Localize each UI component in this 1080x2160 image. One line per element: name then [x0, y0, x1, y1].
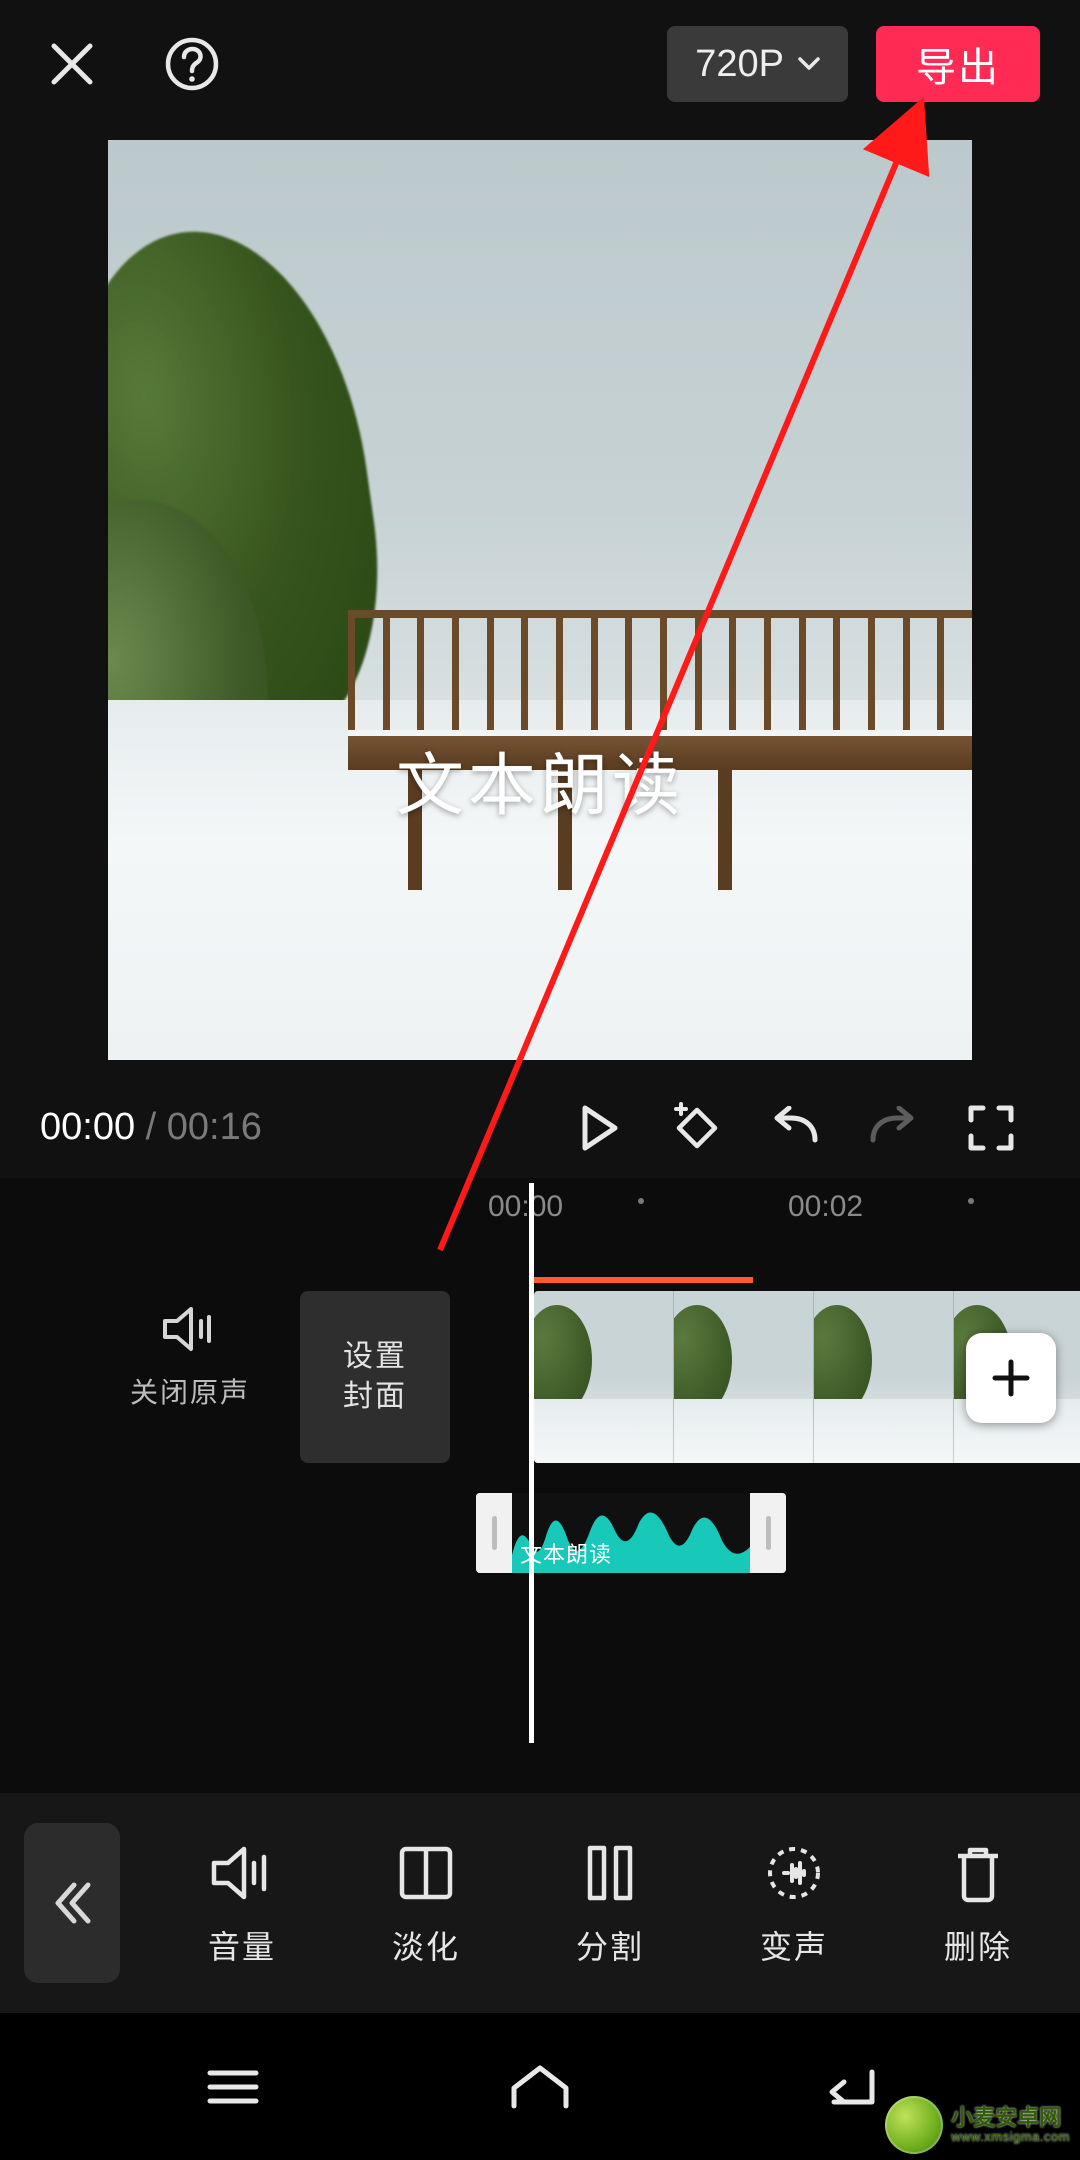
- redo-button[interactable]: [848, 1093, 938, 1163]
- ruler-mark: 00:02: [788, 1190, 863, 1224]
- tool-label: 变声: [760, 1922, 828, 1968]
- chevron-down-icon: [798, 57, 820, 71]
- export-button[interactable]: 导出: [876, 26, 1040, 102]
- preview-text-overlay[interactable]: 文本朗读: [108, 730, 972, 829]
- mute-label: 关闭原声: [130, 1371, 250, 1411]
- add-clip-button[interactable]: [966, 1333, 1056, 1423]
- help-button[interactable]: [160, 32, 224, 96]
- video-editor-app: 720P 导出 文本朗读 00:00 / 00:16: [0, 0, 1080, 2160]
- ruler-mark: 00:00: [488, 1190, 563, 1224]
- clip-handle-right[interactable]: [750, 1493, 786, 1573]
- tool-voice-change[interactable]: 变声: [724, 1838, 864, 1968]
- tool-label: 音量: [208, 1922, 276, 1968]
- export-label: 导出: [916, 35, 1000, 93]
- tool-fade[interactable]: 淡化: [356, 1838, 496, 1968]
- tool-label: 分割: [576, 1922, 644, 1968]
- nav-home-button[interactable]: [490, 2057, 590, 2117]
- clip-thumbnail: [674, 1291, 814, 1463]
- plus-icon: [989, 1356, 1033, 1400]
- keyframe-add-icon: [669, 1100, 725, 1156]
- tool-delete[interactable]: 删除: [908, 1838, 1048, 1968]
- timeline[interactable]: 关闭原声 设置 封面 文本朗读: [0, 1233, 1080, 1793]
- audio-waveform: 文本朗读: [512, 1493, 750, 1573]
- close-button[interactable]: [40, 32, 104, 96]
- bottom-toolbar: 音量 淡化 分割 变声 删除: [0, 1793, 1080, 2013]
- timeline-segment-marker: [533, 1277, 753, 1283]
- speaker-icon: [161, 1303, 219, 1355]
- split-icon: [584, 1842, 636, 1904]
- tool-volume[interactable]: 音量: [172, 1838, 312, 1968]
- total-duration: 00:16: [167, 1106, 262, 1148]
- watermark-logo: [885, 2096, 943, 2154]
- back-icon: [816, 2064, 878, 2110]
- volume-icon: [208, 1843, 276, 1903]
- video-preview[interactable]: 文本朗读: [108, 140, 972, 1060]
- set-cover-button[interactable]: 设置 封面: [300, 1291, 450, 1463]
- timecode: 00:00 / 00:16: [40, 1106, 262, 1149]
- timeline-ruler[interactable]: 00:00 00:02: [0, 1178, 1080, 1233]
- toolbar-back-button[interactable]: [24, 1823, 120, 1983]
- tool-label: 删除: [944, 1922, 1012, 1968]
- set-cover-label: 设置 封面: [343, 1337, 407, 1417]
- close-icon: [46, 38, 98, 90]
- fullscreen-button[interactable]: [946, 1093, 1036, 1163]
- ruler-tick: [968, 1198, 974, 1204]
- chevrons-left-icon: [48, 1875, 96, 1931]
- nav-back-button[interactable]: [797, 2057, 897, 2117]
- help-icon: [164, 36, 220, 92]
- nav-recent-button[interactable]: [183, 2057, 283, 2117]
- menu-icon: [204, 2065, 262, 2109]
- tool-label: 淡化: [392, 1922, 460, 1968]
- top-bar: 720P 导出: [0, 0, 1080, 128]
- watermark-title: 小麦安卓网: [951, 2106, 1070, 2130]
- ruler-tick: [638, 1198, 644, 1204]
- resolution-label: 720P: [695, 43, 784, 86]
- resolution-selector[interactable]: 720P: [667, 26, 848, 102]
- transport-bar: 00:00 / 00:16: [0, 1080, 1080, 1175]
- clip-thumbnail: [534, 1291, 674, 1463]
- clip-thumbnail: [814, 1291, 954, 1463]
- mute-original-audio[interactable]: 关闭原声: [130, 1303, 250, 1411]
- redo-icon: [865, 1106, 921, 1150]
- current-time: 00:00: [40, 1106, 135, 1148]
- voice-change-icon: [762, 1841, 826, 1905]
- fullscreen-icon: [967, 1104, 1015, 1152]
- play-button[interactable]: [554, 1093, 644, 1163]
- keyframe-button[interactable]: [652, 1093, 742, 1163]
- watermark: 小麦安卓网 www.xmsigma.com: [885, 2096, 1070, 2154]
- clip-handle-left[interactable]: [476, 1493, 512, 1573]
- audio-clip[interactable]: 文本朗读: [476, 1493, 786, 1573]
- home-icon: [508, 2062, 572, 2112]
- undo-button[interactable]: [750, 1093, 840, 1163]
- watermark-url: www.xmsigma.com: [951, 2130, 1070, 2144]
- tool-split[interactable]: 分割: [540, 1838, 680, 1968]
- fade-icon: [396, 1843, 456, 1903]
- play-icon: [579, 1104, 619, 1152]
- playhead[interactable]: [529, 1183, 534, 1743]
- trash-icon: [950, 1842, 1006, 1904]
- undo-icon: [767, 1106, 823, 1150]
